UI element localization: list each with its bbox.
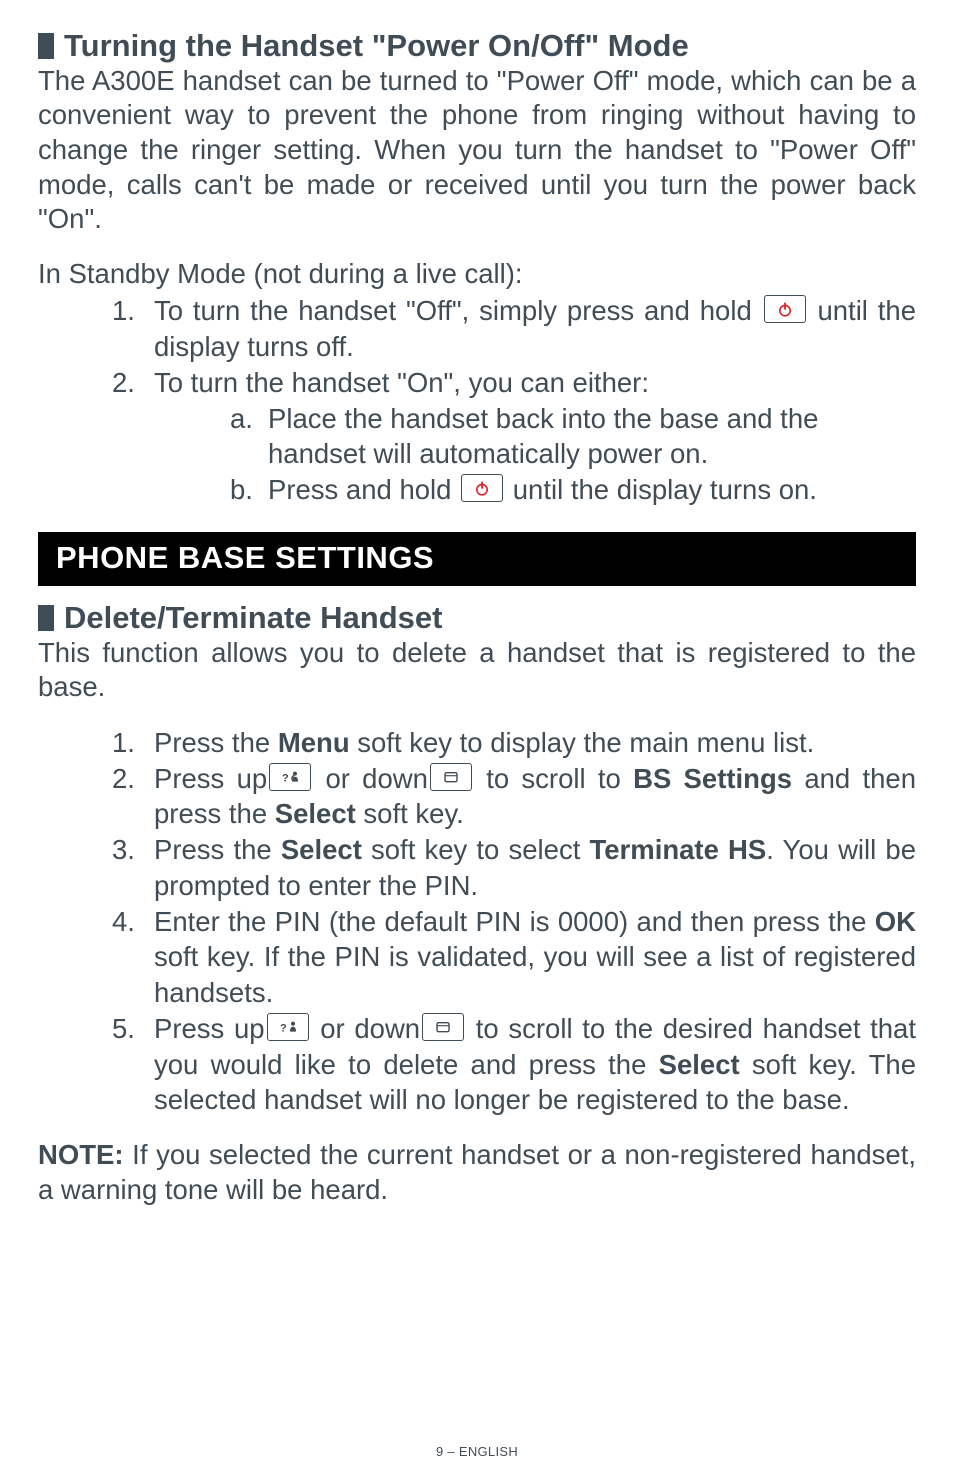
power-list-item-2: 2. To turn the handset "On", you can eit… (38, 365, 916, 401)
heading-bullet-icon (38, 33, 54, 59)
text-fragment: soft key. If the PIN is validated, you w… (154, 941, 916, 1008)
terminate-hs-label: Terminate HS (589, 834, 766, 865)
text-fragment: or down (313, 763, 428, 794)
note-label: NOTE: (38, 1139, 124, 1170)
text-fragment: Press up (154, 1013, 265, 1044)
note-text: If you selected the current handset or a… (38, 1139, 916, 1205)
list-text: To turn the handset "Off", simply press … (154, 295, 916, 362)
list-text: Press up? or down to scroll to the desir… (154, 1013, 916, 1116)
note-paragraph: NOTE: If you selected the current handse… (38, 1138, 916, 1207)
text-fragment: To turn the handset "Off", simply press … (154, 295, 762, 326)
list-text: To turn the handset "On", you can either… (154, 367, 649, 398)
step-1: 1. Press the Menu soft key to display th… (38, 725, 916, 761)
list-number: 4. (112, 904, 135, 940)
text-fragment: Press the (154, 727, 278, 758)
select-label: Select (275, 798, 356, 829)
heading-bullet-icon (38, 605, 54, 631)
heading-text: Delete/Terminate Handset (64, 600, 442, 636)
select-label: Select (659, 1049, 740, 1080)
power-list: 1. To turn the handset "Off", simply pre… (38, 293, 916, 400)
list-letter: a. (230, 401, 253, 437)
list-letter: b. (230, 472, 253, 508)
text-fragment: to scroll to (474, 763, 633, 794)
text-fragment: Press and hold (268, 474, 459, 505)
list-text: Press and hold until the display turns o… (268, 474, 817, 505)
list-number: 2. (112, 761, 135, 797)
list-text: Enter the PIN (the default PIN is 0000) … (154, 906, 916, 1009)
list-text: Press the Select soft key to select Term… (154, 834, 916, 901)
list-number: 2. (112, 365, 135, 401)
select-label: Select (281, 834, 362, 865)
delete-intro: This function allows you to delete a han… (38, 636, 916, 705)
page-footer: 9 – ENGLISH (0, 1444, 954, 1459)
heading-text: Turning the Handset "Power On/Off" Mode (64, 28, 689, 64)
power-sublist-item-a: a. Place the handset back into the base … (38, 401, 916, 473)
power-list-item-1: 1. To turn the handset "Off", simply pre… (38, 293, 916, 365)
steps-list: 1. Press the Menu soft key to display th… (38, 725, 916, 1118)
text-fragment: Enter the PIN (the default PIN is 0000) … (154, 906, 875, 937)
section-bar-phone-base-settings: PHONE BASE SETTINGS (38, 532, 916, 586)
text-fragment: Press the (154, 834, 281, 865)
down-icon (422, 1013, 464, 1041)
list-number: 3. (112, 832, 135, 868)
standby-line: In Standby Mode (not during a live call)… (38, 257, 916, 292)
step-3: 3. Press the Select soft key to select T… (38, 832, 916, 904)
up-icon: ? (269, 763, 311, 791)
down-icon (430, 763, 472, 791)
svg-text:?: ? (280, 1023, 287, 1035)
bs-settings-label: BS Settings (633, 763, 792, 794)
heading-turning-handset: Turning the Handset "Power On/Off" Mode (38, 28, 916, 64)
list-text: Press the Menu soft key to display the m… (154, 727, 814, 758)
text-fragment: until the display turns on. (505, 474, 817, 505)
svg-text:?: ? (282, 772, 289, 784)
power-icon (461, 474, 503, 502)
step-5: 5. Press up? or down to scroll to the de… (38, 1011, 916, 1118)
power-icon (764, 295, 806, 323)
step-4: 4. Enter the PIN (the default PIN is 000… (38, 904, 916, 1011)
list-text: Press up? or down to scroll to BS Settin… (154, 763, 916, 830)
text-fragment: soft key. (356, 798, 464, 829)
menu-label: Menu (278, 727, 350, 758)
text-fragment: or down (311, 1013, 421, 1044)
up-icon: ? (267, 1013, 309, 1041)
intro-paragraph: The A300E handset can be turned to "Powe… (38, 64, 916, 237)
ok-label: OK (875, 906, 916, 937)
text-fragment: soft key to display the main menu list. (350, 727, 815, 758)
text-fragment: Press up (154, 763, 267, 794)
text-fragment: soft key to select (362, 834, 590, 865)
list-number: 1. (112, 725, 135, 761)
list-number: 5. (112, 1011, 135, 1047)
power-sublist-item-b: b. Press and hold until the display turn… (38, 472, 916, 508)
list-text: Place the handset back into the base and… (268, 403, 818, 470)
power-sublist: a. Place the handset back into the base … (38, 401, 916, 508)
step-2: 2. Press up? or down to scroll to BS Set… (38, 761, 916, 833)
list-number: 1. (112, 293, 135, 329)
heading-delete-terminate: Delete/Terminate Handset (38, 600, 916, 636)
